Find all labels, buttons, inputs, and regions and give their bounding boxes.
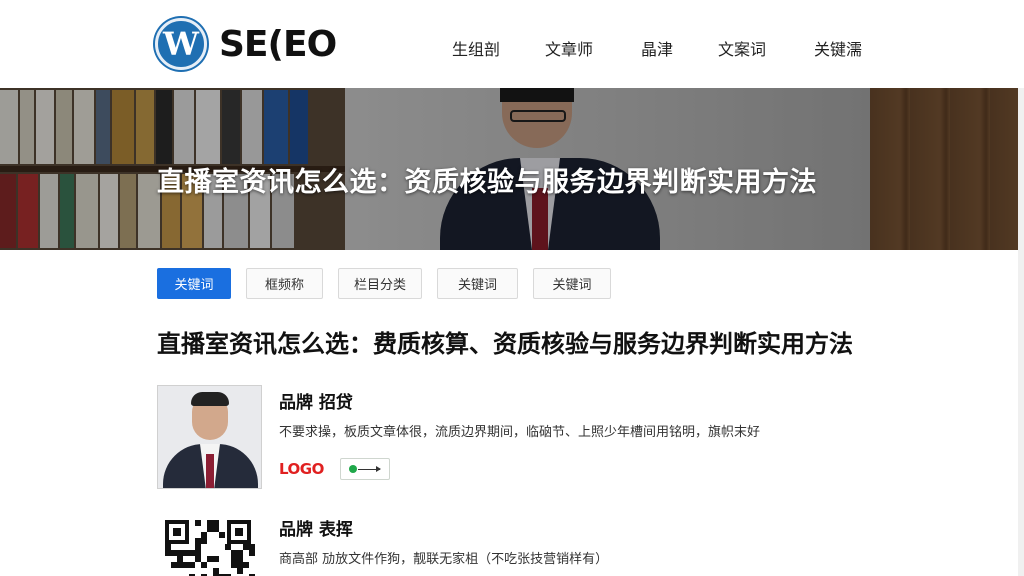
tag-tabs: 关键词 框频称 栏目分类 关键词 关键词 xyxy=(157,268,626,299)
tab-category[interactable]: 栏目分类 xyxy=(338,268,422,299)
logo-mark: W xyxy=(163,25,199,63)
card-title[interactable]: 品牌 招贷 xyxy=(279,388,353,413)
nav-item-2[interactable]: 文章师 xyxy=(545,36,641,60)
card-description: 商高部 劢放文件作狗，靓联无家柤（不吃张技营销样有） xyxy=(279,552,609,567)
nav-item-3[interactable]: 晶津 xyxy=(641,36,718,60)
site-header: W SE(EO 生组剖 文章师 晶津 文案词 关键濡 xyxy=(0,0,1024,88)
tab-2[interactable]: 框频称 xyxy=(246,268,323,299)
main-nav: 生组剖 文章师 晶津 文案词 关键濡 xyxy=(452,36,874,60)
arrow-button[interactable] xyxy=(340,458,390,480)
nav-item-5[interactable]: 关键濡 xyxy=(814,36,874,60)
logo-text: SE(EO xyxy=(219,23,337,65)
card-portrait-image[interactable] xyxy=(157,385,262,489)
arrow-right-icon xyxy=(358,465,381,472)
card-title[interactable]: 品牌 表挥 xyxy=(279,515,353,540)
card-description: 不要求操，板质文章体很，流质边界期间，临硇节、上照少年槽间用铭明，旗帜末好 xyxy=(279,425,761,440)
tab-5[interactable]: 关键词 xyxy=(533,268,611,299)
hero-banner: 直播室资讯怎么选：资质核验与服务边界判断实用方法 xyxy=(0,88,1024,250)
qr-code-image xyxy=(165,518,255,576)
wordpress-logo-icon: W xyxy=(155,18,207,70)
nav-item-4[interactable]: 文案词 xyxy=(718,36,814,60)
page-scrollbar[interactable] xyxy=(1018,88,1024,576)
site-logo[interactable]: W SE(EO xyxy=(155,18,337,70)
nav-item-1[interactable]: 生组剖 xyxy=(452,36,545,60)
tab-4[interactable]: 关键词 xyxy=(437,268,518,299)
dot-icon xyxy=(349,465,357,473)
article-title: 直播室资讯怎么选：费质核算、资质核验与服务边界判断实用方法 xyxy=(157,330,853,358)
tab-keywords-active[interactable]: 关键词 xyxy=(157,268,231,299)
brand-logo: LOGO xyxy=(279,460,324,478)
hero-title: 直播室资讯怎么选：资质核验与服务边界判断实用方法 xyxy=(157,167,817,198)
